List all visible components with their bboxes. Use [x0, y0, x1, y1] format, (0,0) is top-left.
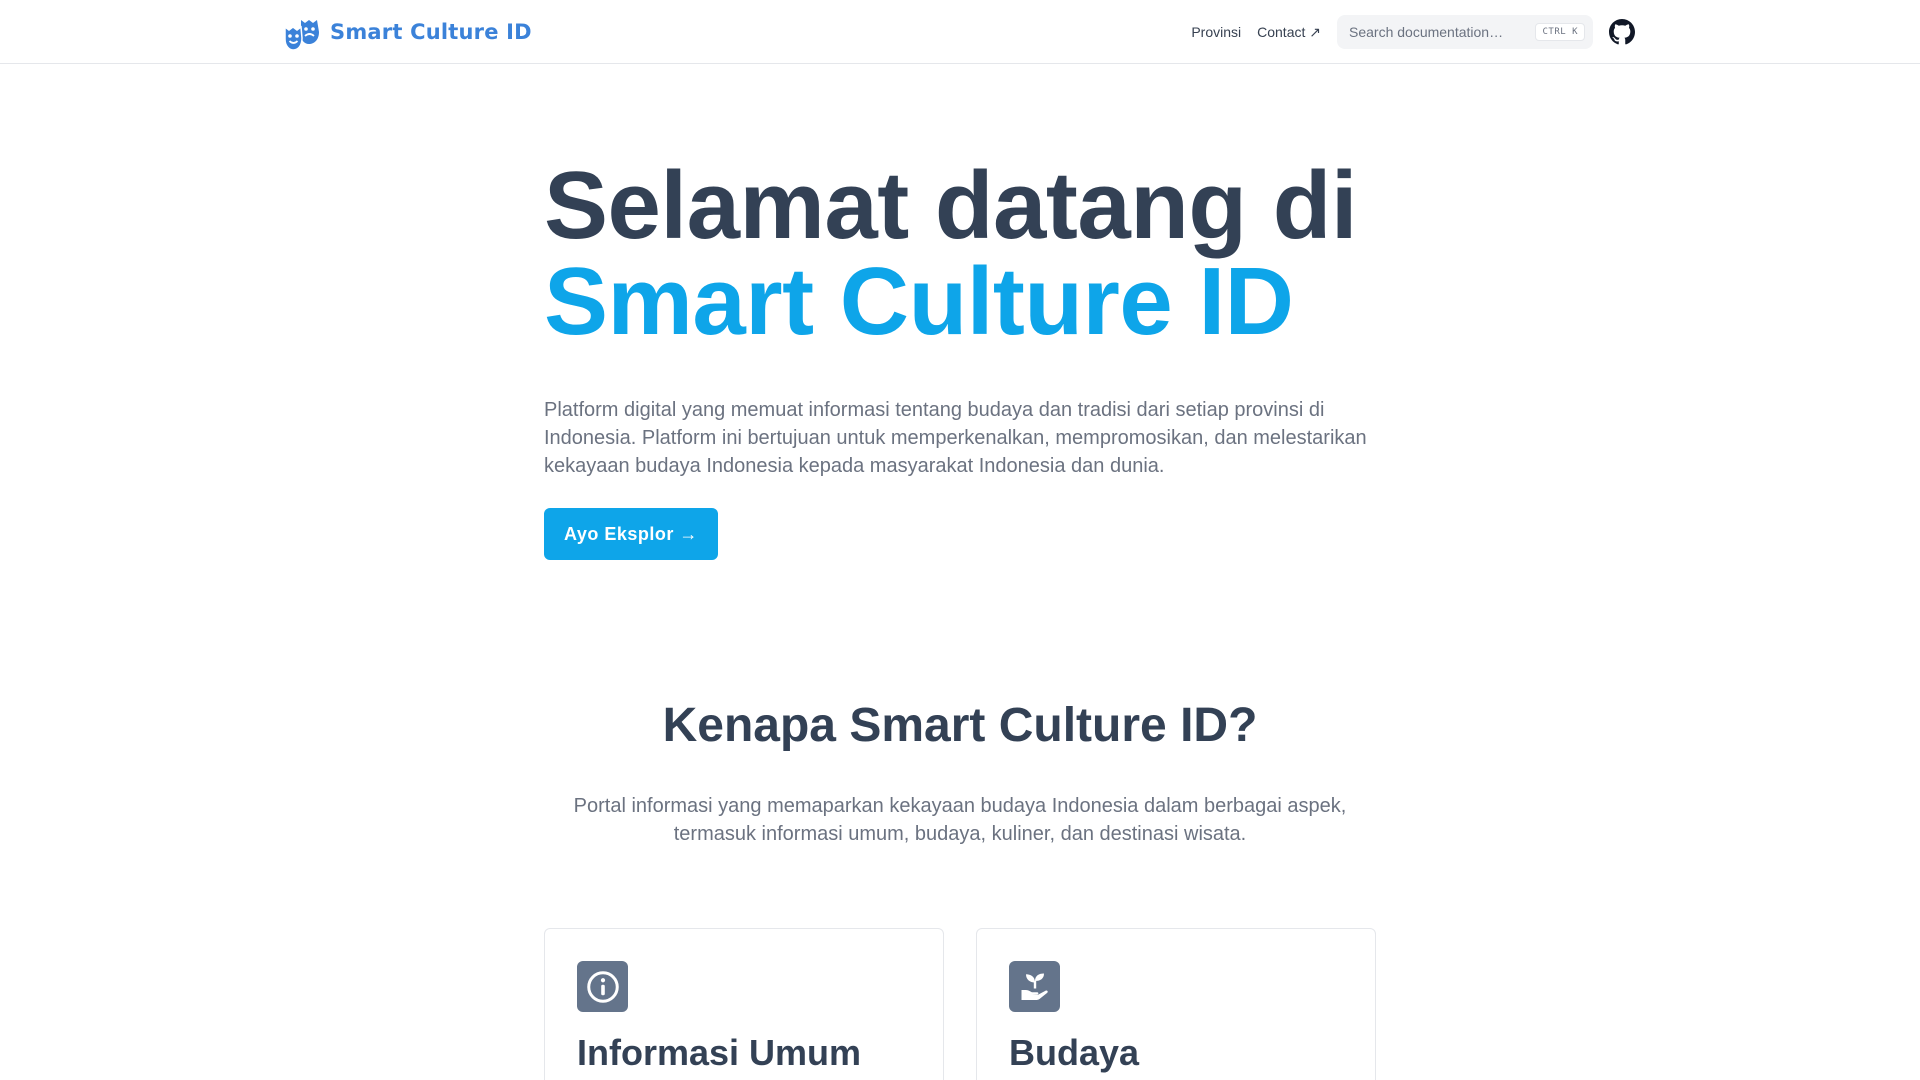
nav-link-contact[interactable]: Contact ↗ — [1257, 24, 1321, 41]
navbar: Smart Culture ID Provinsi Contact ↗ CTRL… — [0, 0, 1920, 64]
github-icon[interactable] — [1609, 19, 1635, 45]
explore-button[interactable]: Ayo Eksplor → — [544, 508, 718, 560]
search-box[interactable]: CTRL K — [1337, 15, 1593, 49]
brand-link[interactable]: Smart Culture ID — [282, 12, 532, 52]
card-title: Informasi Umum — [577, 1032, 862, 1073]
search-input[interactable] — [1349, 24, 1536, 40]
hero-title: Selamat datang di Smart Culture ID — [544, 158, 1384, 350]
nav-links: Provinsi Contact ↗ CTRL K — [1191, 12, 1635, 52]
brand-name: Smart Culture ID — [330, 20, 532, 44]
hero-description: Platform digital yang memuat informasi t… — [544, 399, 1367, 477]
hero-title-line1: Selamat datang di — [544, 152, 1358, 259]
nav-link-provinsi[interactable]: Provinsi — [1191, 24, 1241, 40]
why-description: Portal informasi yang memaparkan kekayaa… — [573, 795, 1347, 845]
card-informasi-umum[interactable]: Informasi Umum — [544, 928, 944, 1080]
why-title: Kenapa Smart Culture ID? — [662, 699, 1258, 752]
card-budaya[interactable]: Budaya — [976, 928, 1376, 1080]
hand-sprout-icon — [1021, 973, 1048, 1000]
search-shortcut-badge: CTRL K — [1535, 23, 1585, 41]
card-icon-container — [577, 961, 628, 1012]
hero-section: Selamat datang di Smart Culture ID Platf… — [544, 158, 1384, 560]
theater-masks-icon — [284, 20, 319, 51]
card-title: Budaya — [1009, 1032, 1140, 1073]
card-icon-container — [1009, 961, 1060, 1012]
info-icon — [586, 970, 619, 1003]
hero-title-line2: Smart Culture ID — [544, 248, 1294, 355]
